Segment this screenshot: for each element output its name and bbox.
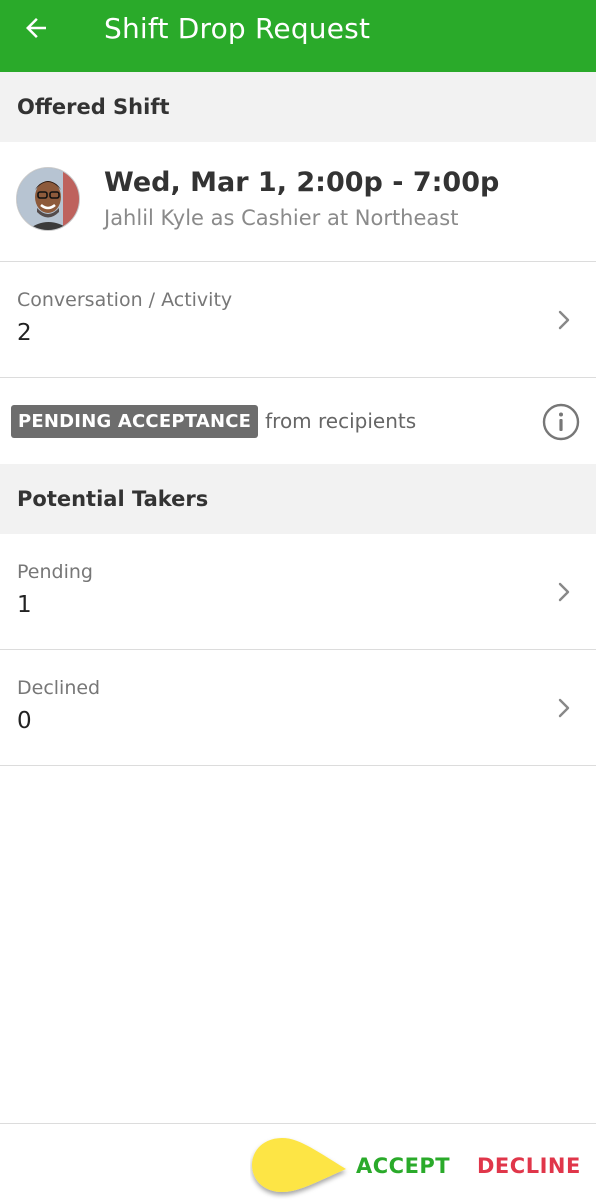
user-avatar bbox=[16, 166, 80, 231]
pending-count: 1 bbox=[17, 592, 32, 618]
declined-takers-row[interactable]: Declined 0 bbox=[0, 650, 596, 766]
conversation-activity-row[interactable]: Conversation / Activity 2 bbox=[0, 262, 596, 378]
section-header-potential-takers: Potential Takers bbox=[0, 464, 596, 534]
section-header-offered-shift: Offered Shift bbox=[0, 72, 596, 142]
arrow-left-icon bbox=[26, 18, 46, 38]
decline-button[interactable]: DECLINE bbox=[477, 1154, 581, 1178]
accept-button[interactable]: ACCEPT bbox=[356, 1154, 450, 1178]
pending-label: Pending bbox=[17, 561, 93, 583]
conversation-count: 2 bbox=[17, 320, 32, 346]
shift-details: Jahlil Kyle as Cashier at Northeast bbox=[104, 206, 459, 230]
page-title: Shift Drop Request bbox=[104, 11, 371, 45]
chevron-right-icon bbox=[558, 310, 570, 330]
status-badge: PENDING ACCEPTANCE bbox=[11, 404, 259, 438]
declined-label: Declined bbox=[17, 677, 101, 699]
back-button[interactable] bbox=[0, 0, 72, 56]
offered-shift-card: Wed, Mar 1, 2:00p - 7:00p Jahlil Kyle as… bbox=[0, 142, 596, 262]
pointer-hint-icon bbox=[252, 1138, 346, 1192]
declined-count: 0 bbox=[17, 708, 32, 734]
status-text: from recipients bbox=[265, 409, 417, 433]
shift-time: Wed, Mar 1, 2:00p - 7:00p bbox=[104, 167, 500, 198]
conversation-label: Conversation / Activity bbox=[17, 289, 233, 311]
pending-takers-row[interactable]: Pending 1 bbox=[0, 534, 596, 650]
info-icon[interactable] bbox=[542, 403, 580, 441]
chevron-right-icon bbox=[558, 582, 570, 602]
chevron-right-icon bbox=[558, 698, 570, 718]
app-bar: Shift Drop Request bbox=[0, 0, 596, 72]
status-row: PENDING ACCEPTANCE from recipients bbox=[0, 378, 596, 464]
action-bar: ACCEPT DECLINE bbox=[0, 1123, 596, 1200]
